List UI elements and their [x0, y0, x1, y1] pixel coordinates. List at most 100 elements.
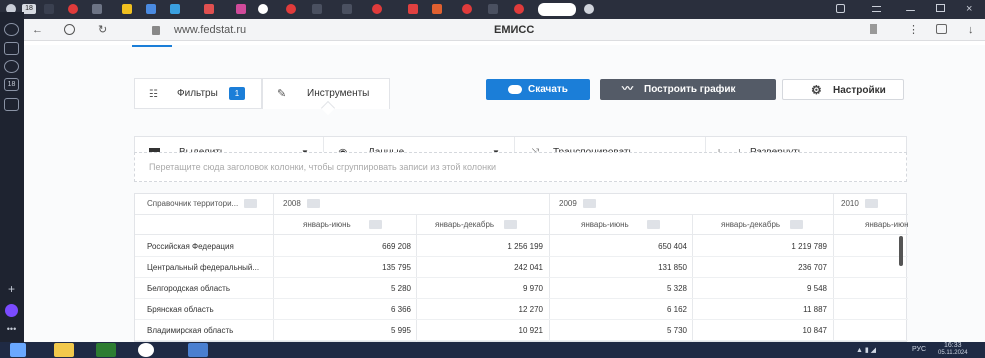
extension-icon[interactable]	[936, 24, 947, 34]
column-filter-icon[interactable]	[864, 199, 878, 209]
value-cell: 650 404	[658, 242, 687, 251]
tab-favicon-7[interactable]	[204, 4, 214, 14]
column-filter-icon[interactable]	[368, 220, 382, 230]
year-header-2010[interactable]: 2010	[841, 194, 878, 214]
alice-assistant-icon[interactable]	[5, 304, 18, 317]
tab-favicon-2[interactable]	[68, 4, 78, 14]
play-icon[interactable]	[4, 60, 19, 73]
tab-filters[interactable]: ☷ Фильтры 1	[134, 78, 262, 109]
yandex-browser-icon[interactable]	[138, 343, 154, 357]
value-cell: 5 730	[666, 326, 687, 335]
tab-favicon-17[interactable]	[488, 4, 498, 14]
column-filter-icon[interactable]	[244, 199, 258, 209]
table-row[interactable]: Российская Федерация 669 208 1 256 199 6…	[135, 236, 908, 257]
year-header-2008[interactable]: 2008	[283, 194, 320, 214]
content-area: ☷ Фильтры 1 ✎ Инструменты Скачать 〰 Пост…	[132, 41, 908, 342]
language-indicator[interactable]: РУС	[912, 346, 926, 353]
download-icon[interactable]: ↓	[968, 24, 974, 36]
tab-tools[interactable]: ✎ Инструменты	[262, 78, 390, 116]
territory-header-label: Справочник территори...	[147, 199, 239, 208]
tab-favicon-6[interactable]	[170, 4, 180, 14]
sidebar-counter-badge[interactable]: 18	[4, 78, 19, 91]
clock-time[interactable]: 16:33	[944, 342, 962, 349]
more-icon[interactable]: •••	[4, 324, 19, 337]
period-label: январь-декабрь	[721, 220, 781, 229]
table-row[interactable]: Брянская область 6 366 12 270 6 162 11 8…	[135, 299, 908, 320]
more-vertical-icon[interactable]: ⋮	[908, 24, 919, 36]
territory-column-header[interactable]: Справочник территори...	[147, 194, 258, 214]
download-label: Скачать	[528, 84, 568, 95]
maximize-icon[interactable]	[936, 4, 945, 12]
period-label: январь-июн	[865, 220, 908, 229]
group-by-dropzone[interactable]: Перетащите сюда заголовок колонки, чтобы…	[134, 152, 907, 182]
back-arrow-icon[interactable]: ←	[32, 24, 43, 36]
app-icon[interactable]	[188, 343, 208, 357]
column-filter-icon[interactable]	[790, 220, 804, 230]
tab-favicon-13[interactable]	[372, 4, 382, 14]
tab-favicon-8[interactable]	[236, 4, 246, 14]
territory-cell: Центральный федеральный...	[147, 263, 260, 272]
settings-button[interactable]: ⚙ Настройки	[782, 79, 904, 100]
history-icon[interactable]	[4, 23, 19, 36]
tab-counter-badge[interactable]: 18	[22, 4, 36, 14]
tab-favicon-1[interactable]	[44, 4, 54, 14]
period-header[interactable]: январь-июнь	[581, 215, 660, 235]
period-header[interactable]: январь-декабрь	[435, 215, 518, 235]
grid-scrollbar[interactable]	[899, 236, 903, 266]
tab-favicon-14[interactable]	[408, 4, 418, 14]
file-explorer-icon[interactable]	[54, 343, 74, 357]
value-cell: 6 162	[666, 305, 687, 314]
close-icon[interactable]: ×	[966, 4, 976, 15]
tab-favicon-12[interactable]	[342, 4, 352, 14]
period-label: январь-июнь	[581, 220, 629, 229]
tab-favicon-15[interactable]	[432, 4, 442, 14]
reload-icon[interactable]: ↻	[98, 24, 107, 36]
download-button[interactable]: Скачать	[486, 79, 590, 100]
new-tab-icon[interactable]	[584, 4, 594, 14]
yandex-icon[interactable]	[64, 24, 75, 35]
tab-favicon-5[interactable]	[146, 4, 156, 14]
table-row[interactable]: Центральный федеральный... 135 795 242 0…	[135, 257, 908, 278]
menu-icon[interactable]	[872, 6, 881, 12]
column-filter-icon[interactable]	[646, 220, 660, 230]
year-header-2009[interactable]: 2009	[559, 194, 596, 214]
tab-favicon-18[interactable]	[514, 4, 524, 14]
start-icon[interactable]	[10, 343, 26, 357]
minimize-icon[interactable]	[906, 10, 915, 11]
clock-date[interactable]: 05.11.2024	[938, 350, 968, 356]
tab-list-icon[interactable]	[836, 4, 845, 13]
value-cell: 6 366	[390, 305, 411, 314]
filters-count-badge: 1	[229, 87, 245, 100]
tray-icons[interactable]: ▲ ▮ ◢	[856, 346, 876, 354]
chart-line-icon: 〰	[622, 83, 633, 95]
tab-favicon-9[interactable]	[258, 4, 268, 14]
add-panel-icon[interactable]: +	[4, 283, 19, 297]
period-header[interactable]: январь-июнь	[303, 215, 382, 235]
column-filter-icon[interactable]	[504, 220, 518, 230]
collections-icon[interactable]	[4, 42, 19, 55]
period-header[interactable]: январь-декабрь	[721, 215, 804, 235]
bookmark-icon[interactable]	[870, 24, 877, 34]
page-title: ЕМИСС	[494, 24, 535, 36]
value-cell: 135 795	[382, 263, 411, 272]
store-icon[interactable]	[96, 343, 116, 357]
territory-cell: Брянская область	[147, 305, 214, 314]
tab-favicon-16[interactable]	[462, 4, 472, 14]
column-filter-icon[interactable]	[306, 199, 320, 209]
browser-window: 18 × 18 + ••• ← ↻ www.fedstat.ru ЕМИСС ⋮…	[0, 0, 985, 342]
tab-favicon-11[interactable]	[312, 4, 322, 14]
mail-icon[interactable]	[4, 98, 19, 111]
tab-favicon-10[interactable]	[286, 4, 296, 14]
active-tab[interactable]	[538, 3, 576, 16]
tab-favicon-3[interactable]	[92, 4, 102, 14]
period-label: январь-декабрь	[435, 220, 495, 229]
territory-cell: Белгородская область	[147, 284, 230, 293]
tab-favicon-4[interactable]	[122, 4, 132, 14]
value-cell: 1 256 199	[507, 242, 543, 251]
period-header[interactable]: январь-июн	[865, 215, 908, 235]
column-filter-icon[interactable]	[582, 199, 596, 209]
table-row[interactable]: Белгородская область 5 280 9 970 5 328 9…	[135, 278, 908, 299]
table-row[interactable]: Владимирская область 5 995 10 921 5 730 …	[135, 320, 908, 341]
url-text[interactable]: www.fedstat.ru	[174, 24, 246, 36]
build-chart-button[interactable]: 〰 Построить график	[600, 79, 776, 100]
